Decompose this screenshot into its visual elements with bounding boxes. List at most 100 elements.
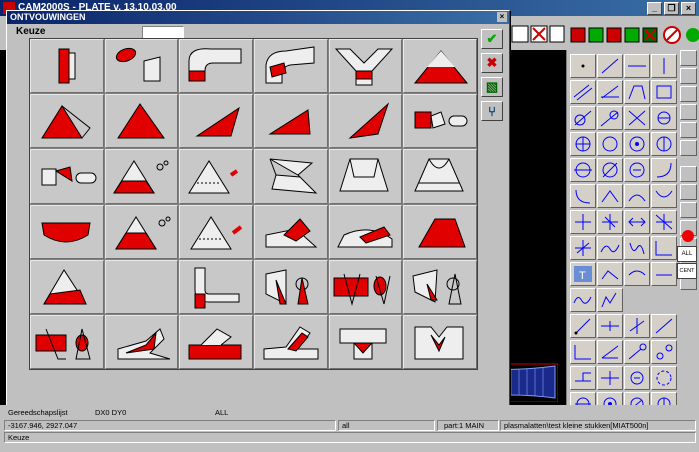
unfold-shape-pyramid[interactable]	[30, 94, 104, 149]
scale-icon[interactable]	[511, 25, 529, 43]
circle-cross-tool[interactable]	[651, 106, 677, 130]
move-tool-5[interactable]	[570, 236, 596, 260]
green-block-2-icon[interactable]	[624, 27, 640, 43]
unfold-shape-cone-pipe[interactable]	[104, 149, 179, 204]
snap-tool-8[interactable]	[651, 340, 677, 364]
move-tool-3[interactable]	[624, 210, 650, 234]
strip-pen-icon[interactable]	[680, 50, 697, 66]
unfold-shape-wedge-slim[interactable]	[328, 94, 403, 149]
snap-tool-6[interactable]	[597, 340, 623, 364]
tangent-tool[interactable]	[570, 106, 596, 130]
unfold-shape-wedge[interactable]	[179, 94, 253, 149]
unfold-shape-pipe-flange[interactable]	[403, 94, 477, 149]
strip-layers-icon[interactable]	[680, 86, 697, 102]
unfold-shape-pipe-joint[interactable]	[30, 149, 104, 204]
unfold-shape-half-round[interactable]	[30, 204, 104, 259]
curve-tool-1[interactable]	[597, 236, 623, 260]
circle-tool-4[interactable]	[651, 132, 677, 156]
unfold-shape-plate-cylinder[interactable]	[30, 39, 104, 94]
unfold-shape-transition-box[interactable]	[328, 149, 403, 204]
line-vert-tool[interactable]	[651, 54, 677, 78]
unfold-shape-polygon[interactable]	[403, 204, 477, 259]
move-tool-1[interactable]	[570, 210, 596, 234]
text-tool[interactable]: T	[570, 262, 596, 286]
sketch-tool-3[interactable]	[651, 262, 677, 286]
minimize-button[interactable]: _	[647, 2, 662, 15]
circle-tool-5[interactable]	[570, 158, 596, 182]
wave-tool-2[interactable]	[597, 288, 623, 312]
unfold-shape-pyramid-outline[interactable]	[104, 94, 179, 149]
cross-lines-tool[interactable]	[624, 106, 650, 130]
angle-tool[interactable]	[597, 80, 623, 104]
strip-nest-icon[interactable]	[680, 166, 697, 182]
move-tool-2[interactable]	[597, 210, 623, 234]
strip-rotate-icon[interactable]	[680, 104, 697, 120]
all-button[interactable]: ALL	[677, 246, 697, 262]
offset-tool-2[interactable]	[597, 366, 623, 390]
unfold-shape-cone-intersect-2[interactable]	[403, 259, 477, 314]
shape-option-button[interactable]: ▧	[481, 77, 503, 97]
snap-tool-2[interactable]	[597, 314, 623, 338]
list-icon[interactable]	[549, 25, 565, 43]
axis-tool[interactable]	[651, 236, 677, 260]
line-diag-tool[interactable]	[597, 54, 623, 78]
red-block-2-icon[interactable]	[606, 27, 622, 43]
cancel-button[interactable]: ✖	[481, 53, 503, 73]
strip-mirror-icon[interactable]	[680, 140, 697, 156]
unfold-shape-plate-notch[interactable]	[253, 314, 328, 369]
unfold-shape-cone-intersect[interactable]	[253, 259, 328, 314]
unfold-shape-cone-dashed[interactable]	[179, 204, 253, 259]
polyline-tool[interactable]	[624, 80, 650, 104]
snap-tool-1[interactable]	[570, 314, 596, 338]
unfold-shape-pipe-bend-cut[interactable]	[253, 39, 328, 94]
wave-tool[interactable]	[570, 288, 596, 312]
arc-tool-5[interactable]	[651, 184, 677, 208]
offset-tool-1[interactable]	[570, 366, 596, 390]
line-horiz-tool[interactable]	[624, 54, 650, 78]
unfold-shape-pipe-tee[interactable]	[328, 314, 403, 369]
dialog-close-button[interactable]: ×	[497, 12, 507, 22]
go-icon[interactable]	[686, 28, 699, 42]
unfold-shape-wedge-slope[interactable]	[328, 204, 403, 259]
snap-tool-4[interactable]	[651, 314, 677, 338]
unfold-shape-transition-round[interactable]	[403, 149, 477, 204]
unfold-shape-plate-skew[interactable]	[104, 314, 179, 369]
confirm-button[interactable]: ✔	[481, 29, 503, 49]
unfold-shape-twisted-duct[interactable]	[253, 149, 328, 204]
unfold-shape-cone[interactable]	[403, 39, 477, 94]
unfold-shape-wedge-cut[interactable]	[253, 204, 328, 259]
parallel-tool[interactable]	[570, 80, 596, 104]
arc-tool[interactable]	[651, 158, 677, 182]
unfold-shape-y-branch[interactable]	[328, 39, 403, 94]
arc-tool-2[interactable]	[570, 184, 596, 208]
strip-print-icon[interactable]	[680, 122, 697, 138]
unfold-shape-box-intersect[interactable]	[328, 259, 403, 314]
unfold-shape-tube-saddle[interactable]	[30, 314, 104, 369]
circle-tool-3[interactable]	[624, 132, 650, 156]
cent-button[interactable]: CENT	[677, 263, 697, 279]
sketch-tool-1[interactable]	[597, 262, 623, 286]
snap-tool-5[interactable]	[570, 340, 596, 364]
point-tool[interactable]	[570, 54, 596, 78]
snap-tool-3[interactable]	[624, 314, 650, 338]
tangent2-tool[interactable]	[597, 106, 623, 130]
record-icon[interactable]	[682, 230, 694, 242]
snap-tool-7[interactable]	[624, 340, 650, 364]
unfold-shape-ellipse-plate[interactable]	[104, 39, 179, 94]
offset-tool-3[interactable]	[624, 366, 650, 390]
strip-cut-icon[interactable]	[680, 202, 697, 218]
close-button[interactable]: ×	[681, 2, 696, 15]
unfold-shape-wedge-flat[interactable]	[253, 94, 328, 149]
strip-table-icon[interactable]	[680, 184, 697, 200]
sketch-tool-2[interactable]	[624, 262, 650, 286]
arc-tool-4[interactable]	[624, 184, 650, 208]
unfold-shape-pipe-bend[interactable]	[179, 39, 253, 94]
red-block-1-icon[interactable]	[570, 27, 586, 43]
arc-tool-3[interactable]	[597, 184, 623, 208]
unfold-shape-pipe-y[interactable]	[403, 314, 477, 369]
rect-tool[interactable]	[651, 80, 677, 104]
green-block-1-icon[interactable]	[588, 27, 604, 43]
offset-tool-4[interactable]	[651, 366, 677, 390]
maximize-button[interactable]: ❒	[664, 2, 679, 15]
curve-tool-2[interactable]	[624, 236, 650, 260]
